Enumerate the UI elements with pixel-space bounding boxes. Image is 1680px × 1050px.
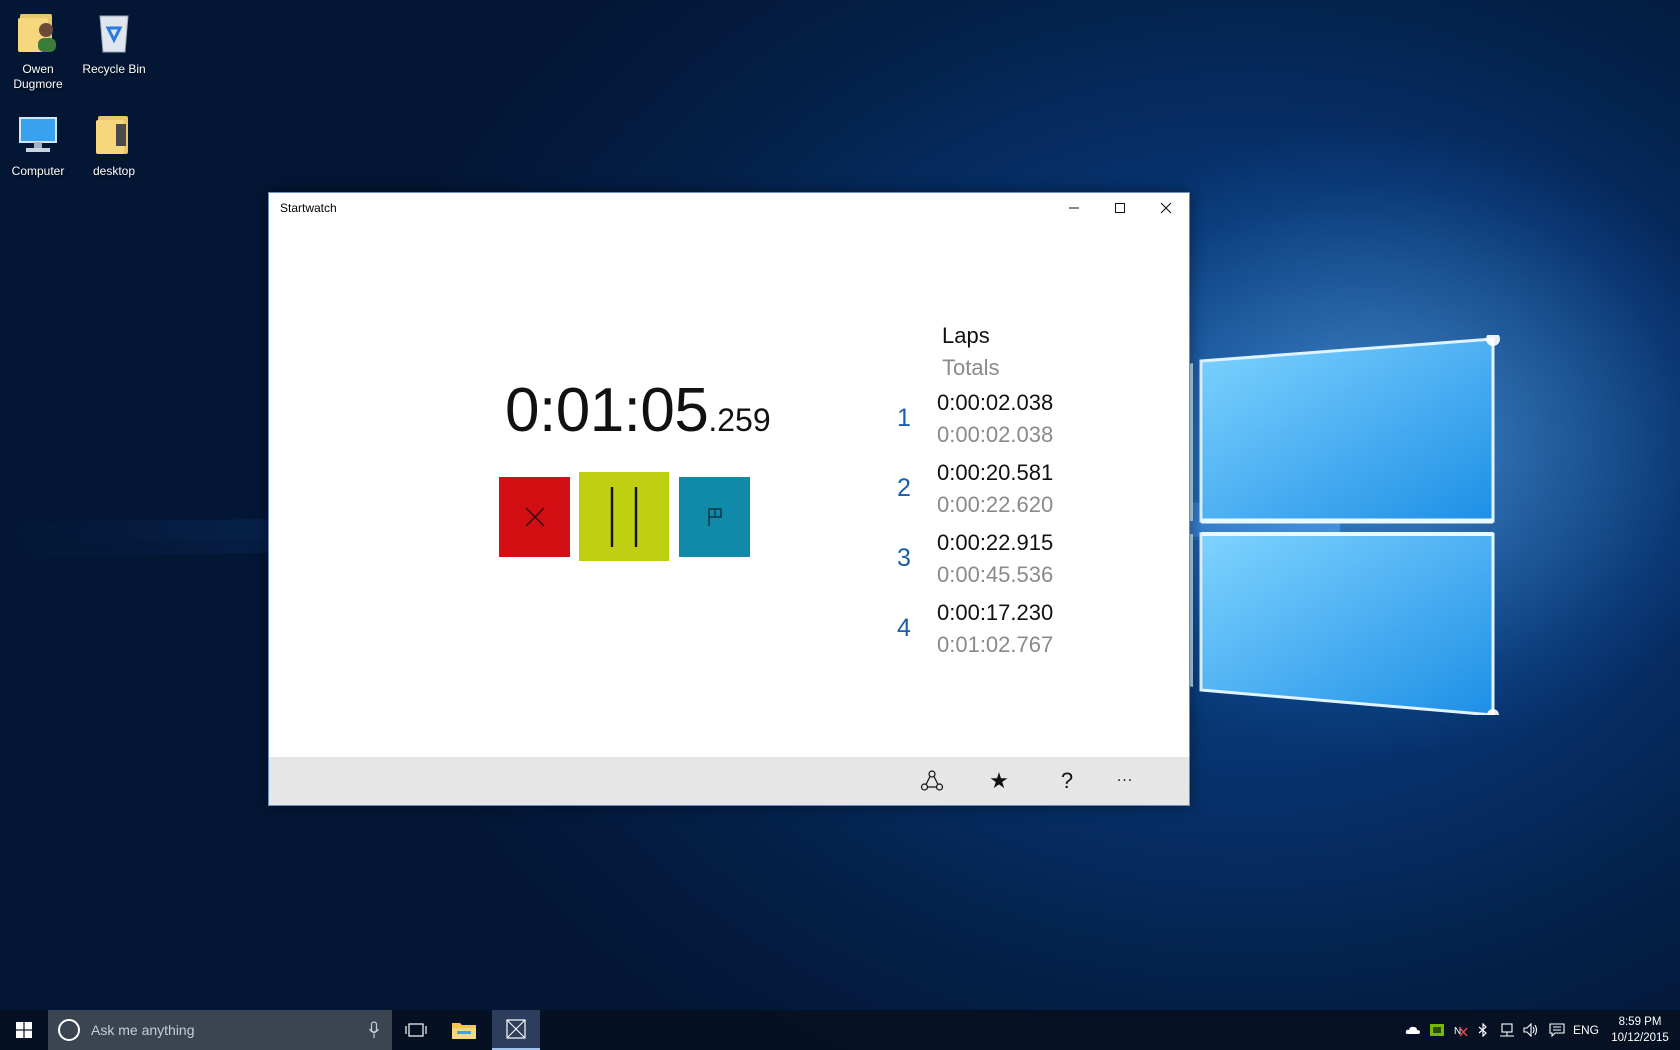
- taskbar: Ask me anything N ENG 8:59 PM 10/12/2015: [0, 1010, 1680, 1050]
- desktop-icon-label: Computer: [11, 164, 65, 178]
- clock-time: 8:59 PM: [1618, 1016, 1662, 1028]
- volume-icon[interactable]: [1520, 1010, 1542, 1050]
- action-center-icon[interactable]: [1545, 1010, 1569, 1050]
- lap-row: 2 0:00:20.581 0:00:22.620: [889, 460, 1109, 526]
- lap-time: 0:00:02.038: [937, 390, 1054, 415]
- desktop-icon-label: Owen Dugmore: [13, 62, 63, 91]
- help-button[interactable]: ?: [1037, 757, 1097, 805]
- nvidia-icon[interactable]: [1426, 1010, 1448, 1050]
- reset-button[interactable]: [499, 477, 570, 557]
- desktop-icon-desktop-folder[interactable]: desktop: [76, 110, 152, 179]
- windows-logo-wallpaper: [1183, 335, 1500, 715]
- more-icon: ···: [1116, 773, 1134, 789]
- star-icon: ★: [989, 768, 1009, 794]
- cortana-icon: [58, 1019, 80, 1041]
- startwatch-app-icon: [506, 1019, 526, 1039]
- startwatch-taskbar-button[interactable]: [492, 1010, 540, 1050]
- windows-start-icon: [16, 1022, 32, 1038]
- share-icon: [920, 770, 944, 791]
- search-box[interactable]: Ask me anything: [48, 1010, 392, 1050]
- pause-icon: [610, 486, 638, 547]
- input-language-indicator[interactable]: ENG: [1571, 1010, 1601, 1050]
- lap-number: 2: [897, 474, 911, 502]
- clock-date: 10/12/2015: [1611, 1032, 1669, 1044]
- lap-row: 3 0:00:22.915 0:00:45.536: [889, 530, 1109, 596]
- more-button[interactable]: ···: [1095, 757, 1155, 805]
- onedrive-icon[interactable]: [1402, 1010, 1424, 1050]
- desktop-icon-owen-dugmore[interactable]: Owen Dugmore: [0, 8, 76, 92]
- x-icon: [525, 507, 544, 527]
- system-clock[interactable]: 8:59 PM 10/12/2015: [1604, 1014, 1676, 1046]
- elapsed-time-main: 0:01:05: [505, 376, 709, 445]
- folder-icon: [96, 116, 128, 154]
- laps-heading: Laps: [942, 323, 990, 348]
- help-icon: ?: [1060, 768, 1074, 793]
- search-placeholder: Ask me anything: [91, 1022, 195, 1038]
- folder-icon: [452, 1023, 476, 1039]
- lap-total: 0:00:45.536: [937, 562, 1054, 587]
- minimize-button[interactable]: [1051, 193, 1097, 223]
- share-button[interactable]: [902, 757, 962, 805]
- elapsed-time-fraction: .259: [708, 402, 771, 438]
- minimize-icon: [1069, 207, 1079, 209]
- window-title: Startwatch: [280, 201, 337, 215]
- app-bar: ★ ? ···: [269, 757, 1189, 805]
- task-view-button[interactable]: [392, 1010, 440, 1050]
- desktop-icon-recycle-bin[interactable]: Recycle Bin: [76, 8, 152, 77]
- elapsed-time-display: 0:01:05.259: [505, 375, 795, 446]
- lap-time: 0:00:22.915: [937, 530, 1054, 555]
- lap-row: 1 0:00:02.038 0:00:02.038: [889, 390, 1109, 456]
- lap-total: 0:01:02.767: [937, 632, 1054, 657]
- file-explorer-taskbar-button[interactable]: [440, 1010, 488, 1050]
- lap-total: 0:00:02.038: [937, 422, 1054, 447]
- lap-number: 3: [897, 544, 911, 572]
- lap-time: 0:00:17.230: [937, 600, 1054, 625]
- microphone-icon[interactable]: [368, 1021, 380, 1039]
- title-bar[interactable]: Startwatch: [269, 193, 1189, 223]
- lap-button[interactable]: [679, 477, 750, 557]
- close-icon: [1160, 202, 1172, 214]
- lap-row: 4 0:00:17.230 0:01:02.767: [889, 600, 1109, 666]
- laps-header: Laps Totals: [942, 323, 999, 381]
- desktop-icon-computer[interactable]: Computer: [0, 110, 76, 179]
- close-button[interactable]: [1143, 193, 1189, 223]
- startwatch-window: Startwatch 0:01:05.259 Laps Totals 1 0:0…: [268, 192, 1190, 806]
- lap-total: 0:00:22.620: [937, 492, 1054, 517]
- recycle-bin-icon: [99, 15, 129, 53]
- maximize-button[interactable]: [1097, 193, 1143, 223]
- maximize-icon: [1115, 203, 1125, 213]
- flag-icon: [707, 508, 722, 526]
- desktop-icon-label: desktop: [92, 164, 136, 178]
- network-status-icon[interactable]: N: [1450, 1010, 1472, 1050]
- ethernet-icon[interactable]: [1496, 1010, 1518, 1050]
- desktop-icon-label: Recycle Bin: [82, 62, 146, 76]
- lap-number: 4: [897, 614, 911, 642]
- lap-time: 0:00:20.581: [937, 460, 1054, 485]
- user-folder-icon: [18, 14, 56, 52]
- totals-heading: Totals: [942, 355, 1000, 380]
- favorite-button[interactable]: ★: [969, 757, 1029, 805]
- bluetooth-icon[interactable]: [1474, 1010, 1492, 1050]
- lap-number: 1: [897, 404, 911, 432]
- start-button[interactable]: [0, 1010, 48, 1050]
- pause-button[interactable]: [579, 472, 669, 561]
- computer-icon: [19, 117, 57, 152]
- task-view-icon: [405, 1023, 427, 1037]
